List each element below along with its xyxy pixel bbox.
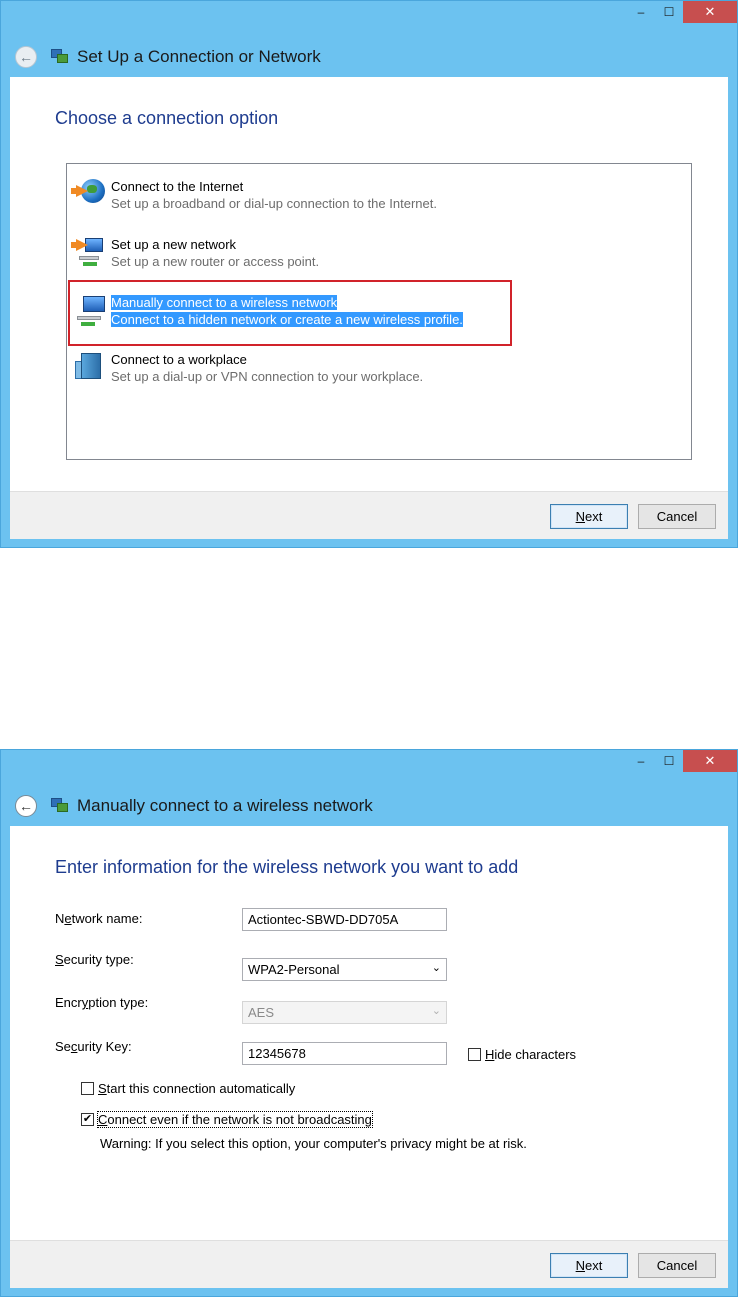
page-heading: Choose a connection option [55, 108, 279, 128]
start-automatically-checkbox[interactable] [81, 1082, 94, 1095]
option-description: Set up a broadband or dial-up connection… [111, 196, 437, 211]
wireless-icon [71, 292, 111, 332]
network-center-icon [51, 49, 69, 65]
close-button[interactable]: ✕ [683, 750, 737, 772]
close-button[interactable]: ✕ [683, 1, 737, 23]
option-description: Connect to a hidden network or create a … [111, 312, 463, 327]
option-title: Set up a new network [111, 237, 237, 252]
cancel-button[interactable]: Cancel [638, 1253, 716, 1278]
option-connect-internet[interactable]: Connect to the Internet Set up a broadba… [71, 176, 511, 216]
option-description: Set up a new router or access point. [111, 254, 320, 269]
window-title: Manually connect to a wireless network [77, 796, 373, 815]
start-automatically-label[interactable]: Start this connection automatically [98, 1081, 295, 1096]
security-type-select[interactable]: WPA2-Personal ⌄ [242, 958, 447, 981]
wizard-content: Enter information for the wireless netwo… [10, 826, 728, 1240]
next-button[interactable]: Next [550, 504, 628, 529]
wizard-footer: Next Cancel [10, 491, 728, 539]
setup-connection-window: – ☐ ✕ ← Set Up a Connection or Network C… [0, 0, 738, 548]
wizard-titlebar: ← Manually connect to a wireless network [15, 788, 373, 824]
option-new-network[interactable]: Set up a new network Set up a new router… [71, 234, 511, 274]
network-name-label: Network name: [55, 911, 143, 926]
router-icon [71, 234, 111, 274]
option-manual-wireless[interactable]: Manually connect to a wireless network C… [71, 292, 511, 332]
hide-characters-checkbox[interactable] [468, 1048, 481, 1061]
network-center-icon [51, 798, 69, 814]
globe-icon [71, 176, 111, 216]
connect-even-label[interactable]: Connect even if the network is not broad… [97, 1111, 373, 1128]
chevron-down-icon: ⌄ [431, 962, 441, 974]
encryption-type-label: Encryption type: [55, 995, 149, 1010]
option-title: Connect to the Internet [111, 179, 244, 194]
wizard-titlebar: ← Set Up a Connection or Network [15, 39, 321, 75]
connection-options-list: Connect to the Internet Set up a broadba… [66, 163, 692, 460]
window-title: Set Up a Connection or Network [77, 47, 321, 66]
next-button[interactable]: Next [550, 1253, 628, 1278]
chevron-down-icon: ⌄ [431, 1005, 441, 1017]
workplace-icon [71, 349, 111, 389]
privacy-warning-text: Warning: If you select this option, your… [100, 1136, 527, 1151]
security-type-label: Security type: [55, 952, 134, 967]
window-caption-buttons: – ☐ ✕ [627, 750, 737, 776]
security-key-label: Security Key: [55, 1039, 132, 1054]
encryption-type-select: AES ⌄ [242, 1001, 447, 1024]
minimize-button[interactable]: – [627, 1, 655, 23]
maximize-button[interactable]: ☐ [655, 750, 683, 772]
back-arrow-icon[interactable]: ← [15, 46, 37, 68]
maximize-button[interactable]: ☐ [655, 1, 683, 23]
cancel-button[interactable]: Cancel [638, 504, 716, 529]
option-title: Manually connect to a wireless network [111, 295, 338, 310]
option-description: Set up a dial-up or VPN connection to yo… [111, 369, 424, 384]
connect-even-checkbox[interactable]: ✔ [81, 1113, 94, 1126]
hide-characters-label[interactable]: Hide characters [485, 1047, 576, 1062]
minimize-button[interactable]: – [627, 750, 655, 772]
wizard-content: Choose a connection option Connect to th… [10, 77, 728, 491]
wizard-footer: Next Cancel [10, 1240, 728, 1288]
page-heading: Enter information for the wireless netwo… [55, 857, 519, 877]
option-workplace[interactable]: Connect to a workplace Set up a dial-up … [71, 349, 511, 389]
back-arrow-icon[interactable]: ← [15, 795, 37, 817]
network-name-input[interactable]: Actiontec-SBWD-DD705A [242, 908, 447, 931]
security-key-input[interactable]: 12345678 [242, 1042, 447, 1065]
option-title: Connect to a workplace [111, 352, 247, 367]
window-caption-buttons: – ☐ ✕ [627, 1, 737, 27]
manual-wireless-window: – ☐ ✕ ← Manually connect to a wireless n… [0, 749, 738, 1297]
